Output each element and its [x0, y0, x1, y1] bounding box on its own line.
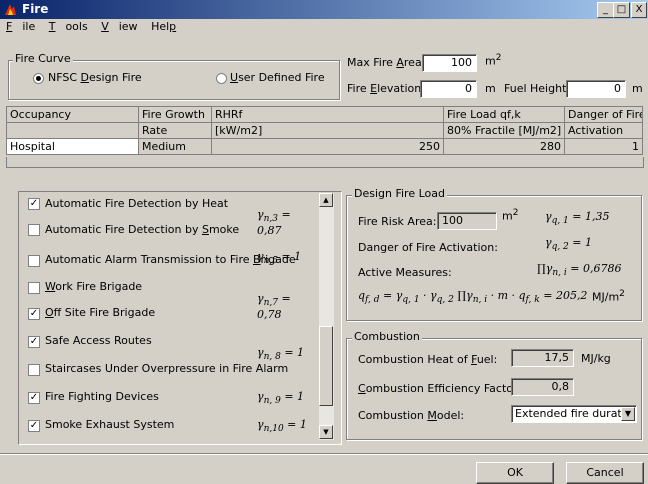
nfsc-radio-label[interactable]: NFSC Design Fire [48, 71, 142, 84]
efficiency-input[interactable]: 0,8 [511, 378, 574, 396]
fuel-height-label: Fuel Height: [504, 82, 571, 95]
design-load-formula: qf, d = γq, 1 · γq, 2 ∏γn, i · m · qf, k… [358, 289, 588, 306]
user-defined-label[interactable]: User Defined Fire [230, 71, 325, 84]
table-cell[interactable]: 280 [443, 138, 565, 155]
menu-view[interactable]: View [101, 20, 137, 33]
gamma-n7: γn,7 = 0,78 [257, 292, 291, 322]
heat-of-fuel-unit: MJ/kg [581, 352, 611, 365]
table-header-row: Rate [kW/m2] 80% Fractile [MJ/m2] Activa… [6, 122, 643, 139]
table-row[interactable]: Hospital Medium 250 280 1 [6, 138, 643, 155]
user-defined-radio[interactable] [216, 73, 227, 84]
cancel-button[interactable]: Cancel [566, 462, 644, 484]
staircases-label[interactable]: Staircases Under Overpressure in Fire Al… [45, 362, 288, 375]
smoke-detection-label[interactable]: Automatic Fire Detection by Smoke [45, 223, 239, 236]
model-label: Combustion Model: [358, 409, 465, 422]
scroll-down-button[interactable]: ▼ [319, 425, 333, 439]
risk-area-label: Fire Risk Area: [358, 215, 437, 228]
col-header: Rate [138, 122, 212, 139]
fire-fighting-checkbox[interactable]: ✓ [28, 392, 40, 404]
risk-area-input[interactable]: 100 [437, 212, 497, 230]
work-brigade-checkbox[interactable] [28, 282, 40, 294]
window-title: Fire [22, 2, 49, 16]
max-area-label: Max Fire Area: [347, 56, 426, 69]
heat-detection-checkbox[interactable]: ✓ [28, 198, 40, 210]
heat-detection-label[interactable]: Automatic Fire Detection by Heat [45, 197, 228, 210]
maximize-button[interactable]: □ [613, 2, 630, 18]
fuel-height-unit: m [632, 82, 643, 95]
smoke-detection-checkbox[interactable] [28, 224, 40, 236]
scroll-up-button[interactable]: ▲ [319, 193, 333, 207]
elevation-unit: m [485, 82, 496, 95]
table-cell[interactable]: 1 [564, 138, 643, 155]
combustion-model-select[interactable]: Extended fire duratio ▼ [511, 405, 637, 423]
safe-access-label[interactable]: Safe Access Routes [45, 334, 152, 347]
bottom-separator [0, 453, 648, 455]
elevation-input[interactable]: 0 [420, 80, 477, 98]
safe-access-checkbox[interactable]: ✓ [28, 336, 40, 348]
menu-tools[interactable]: Tools [49, 20, 88, 33]
col-header: Activation [564, 122, 643, 139]
smoke-exhaust-label[interactable]: Smoke Exhaust System [45, 418, 174, 431]
fuel-height-input[interactable]: 0 [566, 80, 626, 98]
close-button[interactable]: X [631, 2, 647, 18]
risk-area-unit: m2 [502, 208, 519, 223]
efficiency-label: Combustion Efficiency Factor: [358, 382, 522, 395]
danger-label: Danger of Fire Activation: [358, 241, 498, 254]
measures-scrollbar[interactable]: ▲ ▼ [319, 193, 334, 440]
ok-button[interactable]: OK [476, 462, 554, 484]
fire-curve-label: Fire Curve [13, 52, 73, 65]
col-header: Fire Load qf,k [443, 106, 565, 123]
heat-of-fuel-label: Combustion Heat of Fuel: [358, 353, 498, 366]
table-cell[interactable]: Medium [138, 138, 212, 155]
gamma-q2: γq, 2 = 1 [545, 236, 593, 253]
measures-items: ✓ Automatic Fire Detection by Heat γn,3 … [23, 194, 318, 442]
menu-help[interactable]: Help [151, 20, 186, 33]
title-bar[interactable]: Fire _ □ X [0, 0, 648, 19]
staircases-checkbox[interactable] [28, 364, 40, 376]
gamma-n5: γn,5 = 1 [257, 250, 302, 267]
max-area-input[interactable]: 100 [422, 54, 477, 72]
offsite-brigade-checkbox[interactable]: ✓ [28, 308, 40, 320]
menu-file[interactable]: File [6, 20, 35, 33]
menu-bar: File Tools View Help [6, 20, 196, 36]
table-header-row: Occupancy Fire Growth RHRf Fire Load qf,… [6, 106, 643, 123]
table-cell[interactable]: 250 [211, 138, 444, 155]
smoke-exhaust-checkbox[interactable]: ✓ [28, 420, 40, 432]
col-header: RHRf [211, 106, 444, 123]
work-brigade-label[interactable]: Work Fire Brigade [45, 280, 142, 293]
table-cell[interactable]: Hospital [6, 138, 139, 155]
minimize-button[interactable]: _ [597, 2, 614, 18]
product-gamma: ∏γn, i = 0,6786 [537, 262, 622, 279]
col-header: 80% Fractile [MJ/m2] [443, 122, 565, 139]
gamma-n9: γn, 9 = 1 [257, 390, 305, 407]
table-empty-area [6, 157, 644, 168]
col-header: Occupancy [6, 106, 139, 123]
fire-fighting-label[interactable]: Fire Fighting Devices [45, 390, 159, 403]
col-header: Fire Growth [138, 106, 212, 123]
occupancy-table: Occupancy Fire Growth RHRf Fire Load qf,… [6, 106, 643, 155]
gamma-n8: γn, 8 = 1 [257, 346, 305, 363]
combustion-label: Combustion [352, 330, 422, 343]
offsite-brigade-label[interactable]: Off Site Fire Brigade [45, 306, 155, 319]
alarm-transmission-checkbox[interactable] [28, 255, 40, 267]
gamma-q1: γq, 1 = 1,35 [545, 210, 610, 227]
active-measures-label: Active Measures: [358, 266, 452, 279]
elevation-label: Fire Elevation: [347, 82, 425, 95]
fire-app-icon [5, 4, 16, 15]
heat-of-fuel-input[interactable]: 17,5 [511, 349, 574, 367]
nfsc-radio[interactable] [33, 73, 44, 84]
design-fire-load-label: Design Fire Load [352, 187, 447, 200]
scroll-thumb[interactable] [319, 326, 333, 406]
gamma-n3: γn,3 = 0,87 [257, 208, 291, 238]
dropdown-arrow-icon[interactable]: ▼ [621, 407, 635, 421]
col-header: Danger of Fire [564, 106, 643, 123]
combustion-model-value: Extended fire duratio [515, 407, 632, 420]
col-header: [kW/m2] [211, 122, 444, 139]
gamma-n10: γn,10 = 1 [257, 418, 307, 435]
col-header [6, 122, 139, 139]
max-area-unit: m2 [485, 53, 502, 68]
design-load-unit: MJ/m2 [592, 289, 625, 304]
